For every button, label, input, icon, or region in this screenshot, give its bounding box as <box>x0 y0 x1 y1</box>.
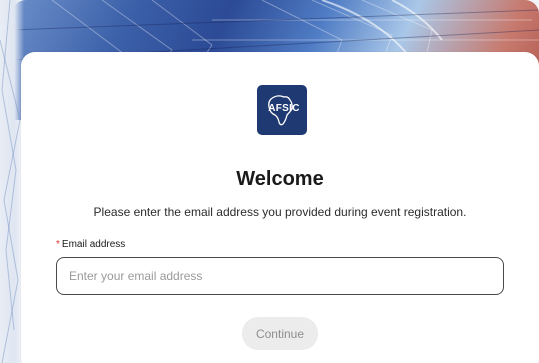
welcome-subtitle: Please enter the email address you provi… <box>93 205 467 219</box>
email-label: * Email address <box>56 239 125 250</box>
welcome-card: AFSIC Welcome Please enter the email add… <box>21 52 539 363</box>
welcome-title: Welcome <box>236 168 324 190</box>
email-label-text: Email address <box>61 239 126 250</box>
afsic-logo: AFSIC <box>257 85 307 135</box>
required-marker: * <box>56 239 60 250</box>
continue-button[interactable]: Continue <box>242 317 318 350</box>
logo-text: AFSIC <box>268 103 300 114</box>
email-input[interactable] <box>56 257 504 295</box>
login-page: AFSIC Welcome Please enter the email add… <box>0 0 539 363</box>
